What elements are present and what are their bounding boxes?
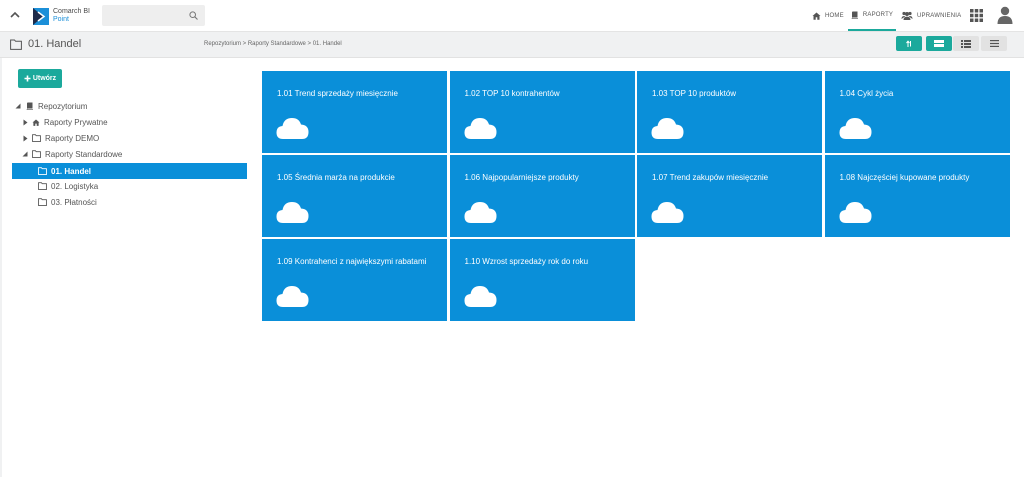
sort-icon: [906, 39, 911, 47]
tree-item-label: Raporty Prywatne: [44, 117, 108, 127]
cloud-icon: [839, 118, 871, 139]
tree-item-repozytorium[interactable]: Repozytorium: [14, 99, 87, 113]
sidebar: Utwórz Repozytorium Raporty Prywatne Rap…: [0, 58, 255, 477]
book-icon: [26, 102, 33, 110]
logo-line2: Point: [53, 16, 69, 23]
tree-item-label: Raporty DEMO: [45, 133, 100, 143]
folder-icon: [10, 39, 22, 50]
folder-icon: [32, 150, 41, 158]
top-bar: Comarch BI Point HOME RAPORTY UPRAWNIENI…: [0, 0, 1024, 32]
cloud-icon: [276, 202, 309, 223]
folder-icon: [38, 182, 47, 190]
book-icon: [851, 11, 858, 19]
tree-item-raporty-demo[interactable]: Raporty DEMO: [21, 131, 99, 145]
nav-raporty-label: RAPORTY: [862, 11, 894, 18]
report-tile-title: 1.07 Trend zakupów miesięcznie: [652, 173, 769, 182]
tree-item-label: 02. Logistyka: [51, 181, 99, 191]
folder-icon: [32, 134, 41, 142]
report-tile[interactable]: 1.03 TOP 10 produktów: [637, 71, 822, 153]
cloud-icon: [464, 202, 496, 223]
caret-right-icon[interactable]: [23, 135, 28, 142]
report-tile-title: 1.03 TOP 10 produktów: [652, 89, 737, 98]
report-tile-title: 1.04 Cykl życia: [839, 89, 894, 98]
report-tile-title: 1.09 Kontrahenci z największymi rabatami: [277, 257, 427, 266]
report-tile-title: 1.10 Wzrost sprzedaży rok do roku: [464, 257, 589, 266]
page-title: 01. Handel: [28, 38, 82, 50]
report-tile-title: 1.08 Najczęściej kupowane produkty: [839, 173, 970, 182]
report-tile-title: 1.06 Najpopularniejsze produkty: [464, 173, 579, 182]
tree-item-03-platnosci[interactable]: 03. Płatności: [38, 195, 97, 209]
report-tile[interactable]: 1.08 Najczęściej kupowane produkty: [824, 155, 1010, 237]
report-tile[interactable]: 1.04 Cykl życia: [824, 71, 1010, 153]
logo-line1: Comarch BI: [53, 8, 90, 15]
cloud-icon: [651, 118, 684, 139]
report-tile[interactable]: 1.05 Średnia marża na produkcie: [262, 155, 447, 237]
apps-grid-icon[interactable]: [970, 9, 983, 22]
search-icon[interactable]: [189, 11, 198, 20]
nav-home-label: HOME: [825, 12, 844, 19]
plus-icon: [24, 75, 31, 82]
report-tile[interactable]: 1.10 Wzrost sprzedaży rok do roku: [449, 239, 635, 321]
tree-item-raporty-standardowe[interactable]: Raporty Standardowe: [21, 147, 122, 161]
breadcrumb: Repozytorium > Raporty Standardowe > 01.…: [204, 41, 342, 47]
report-tile[interactable]: 1.02 TOP 10 kontrahentów: [449, 71, 635, 153]
nav-raporty[interactable]: RAPORTY: [848, 0, 896, 31]
tile-view-button[interactable]: [926, 36, 952, 51]
users-icon: [901, 11, 913, 20]
cloud-icon: [839, 202, 871, 223]
report-tile[interactable]: 1.09 Kontrahenci z największymi rabatami: [262, 239, 447, 321]
folder-open-icon: [38, 167, 47, 175]
comarch-logo-icon: [33, 7, 49, 25]
report-tile[interactable]: 1.07 Trend zakupów miesięcznie: [637, 155, 822, 237]
report-tile-title: 1.05 Średnia marża na produkcie: [277, 173, 395, 182]
cloud-icon: [464, 118, 496, 139]
compact-view-button[interactable]: [981, 36, 1007, 51]
tiles-icon: [934, 40, 944, 47]
chevron-up-icon[interactable]: [8, 8, 22, 22]
tree-item-label: Raporty Standardowe: [45, 149, 123, 159]
tree-item-label: 03. Płatności: [51, 197, 97, 207]
page-header: 01. Handel Repozytorium > Raporty Standa…: [0, 32, 1024, 58]
tree-item-02-logistyka[interactable]: 02. Logistyka: [38, 179, 98, 193]
report-tile-title: 1.02 TOP 10 kontrahentów: [464, 89, 560, 98]
report-tile[interactable]: 1.06 Najpopularniejsze produkty: [449, 155, 635, 237]
tree-item-label: Repozytorium: [38, 101, 88, 111]
user-avatar-icon[interactable]: [997, 6, 1013, 24]
report-tile[interactable]: 1.01 Trend sprzedaży miesięcznie: [262, 71, 447, 153]
caret-expanded-icon[interactable]: [15, 103, 21, 109]
report-tile-title: 1.01 Trend sprzedaży miesięcznie: [277, 89, 398, 98]
nav-uprawnienia[interactable]: UPRAWNIENIA: [901, 0, 961, 31]
menu-lines-icon: [989, 40, 999, 47]
create-button[interactable]: Utwórz: [18, 69, 62, 88]
home-icon: [32, 118, 40, 126]
cloud-icon: [464, 286, 496, 307]
list-icon: [961, 39, 971, 48]
cloud-icon: [276, 286, 309, 307]
cloud-icon: [651, 202, 684, 223]
caret-expanded-icon[interactable]: [22, 151, 28, 157]
sort-button[interactable]: [896, 36, 922, 51]
nav-uprawnienia-label: UPRAWNIENIA: [917, 12, 962, 19]
caret-right-icon[interactable]: [23, 119, 28, 126]
tree-item-raporty-prywatne[interactable]: Raporty Prywatne: [21, 115, 108, 129]
folder-icon: [38, 198, 47, 206]
nav-home[interactable]: HOME: [812, 0, 844, 31]
logo[interactable]: Comarch BI Point: [33, 6, 95, 26]
list-view-button[interactable]: [953, 36, 979, 51]
create-button-label: Utwórz: [32, 75, 57, 82]
cloud-icon: [276, 118, 309, 139]
tree-item-01-handel[interactable]: 01. Handel: [12, 163, 247, 179]
tree-item-label: 01. Handel: [51, 166, 92, 176]
home-icon: [812, 12, 821, 20]
